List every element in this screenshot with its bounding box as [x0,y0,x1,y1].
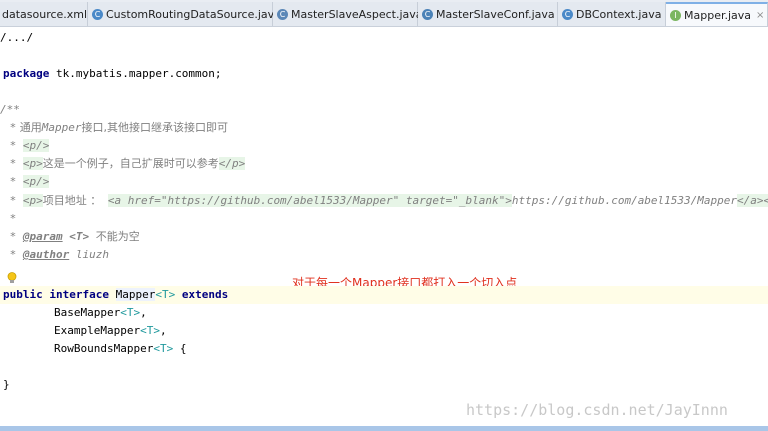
tab-label: Mapper.java [684,8,752,22]
html-tag: </p> [218,157,246,170]
comma: , [159,324,167,337]
html-tag: <p/> [22,139,50,152]
tab-label: CustomRoutingDataSource.java [106,7,281,21]
tab-masterslaveconf[interactable]: C MasterSlaveConf.java × [418,2,568,26]
tab-label: MasterSlaveAspect.java [291,7,423,21]
doc-star: * [3,157,17,170]
interface-name[interactable]: Mapper [115,288,156,301]
tab-mapper[interactable]: I Mapper.java × [666,2,768,26]
code-line-rowbounds-mapper: RowBoundsMapper<T> { [54,340,186,358]
html-tag: </p> [763,194,768,207]
type-parameter: <T> [155,288,176,301]
code-line-doc-author: * @author liuzh [3,246,109,264]
doc-text: Mapper [41,121,82,134]
java-class-icon: C [562,8,573,20]
code-line-fold[interactable]: /.../ [0,29,33,47]
code-line-package: package tk.mybatis.mapper.common; [3,65,222,83]
java-class-icon: C [422,8,433,20]
ide-window: datasource.xml × C CustomRoutingDataSour… [0,0,768,431]
html-tag: </a> [737,194,764,207]
url-text: https://github.com/abel1533/Mapper [511,194,738,207]
html-tag: <a href="https://github.com/abel1533/Map… [107,194,512,207]
type-parameter: <T> [140,324,160,337]
code-line-doc-4: * <p/> [3,173,50,191]
code-line-doc-1: * 通用Mapper接口,其他接口继承该接口即可 [3,119,228,137]
java-class-icon: C [92,8,103,20]
param-description: 不能为空 [95,230,140,243]
code-editor[interactable]: /.../ package tk.mybatis.mapper.common; … [0,27,768,426]
keyword: extends [181,288,229,301]
close-icon[interactable]: × [756,10,764,21]
code-line-doc-5: * <p>项目地址 ： <a href="https://github.com/… [3,192,768,210]
html-tag: <p> [22,157,43,170]
javadoc-author-tag[interactable]: @author [23,248,69,261]
code-line-close-brace: } [3,376,10,394]
lightbulb-icon[interactable] [7,272,17,284]
doc-text: 接口,其他接口继承该接口即可 [81,121,229,134]
keyword: public [3,288,43,301]
html-tag: <p/> [22,175,50,188]
package-name: tk.mybatis.mapper.common; [49,67,222,80]
status-strip [0,426,768,431]
watermark: https://blog.csdn.net/JayInnn [466,401,728,419]
java-interface-icon: I [670,9,681,21]
doc-star: * [3,194,17,207]
doc-star: * [3,121,17,134]
comma: , [140,306,147,319]
type-reference[interactable]: BaseMapper [54,306,120,319]
doc-star: * [3,139,17,152]
keyword: package [3,67,50,80]
tab-masterslaveaspect[interactable]: C MasterSlaveAspect.java × [273,2,436,26]
html-tag: <p> [22,194,43,207]
type-reference[interactable]: RowBoundsMapper [54,342,153,355]
doc-comment-open: /** [0,103,20,116]
code-line-base-mapper: BaseMapper<T>, [54,304,147,322]
code-line-example-mapper: ExampleMapper<T>, [54,322,167,340]
tab-label: datasource.xml [2,7,88,21]
code-line-doc-6: * [3,210,17,228]
type-parameter: <T> [153,342,174,355]
doc-star: * [3,230,17,243]
java-class-icon: C [277,8,288,20]
folded-code[interactable]: /.../ [0,31,33,44]
code-line-doc-2: * <p/> [3,137,50,155]
tab-dbcontext[interactable]: C DBContext.java × [558,2,675,26]
tab-label: MasterSlaveConf.java [436,7,555,21]
param-type: <T> [69,230,90,243]
code-line-doc-param: * @param <T> 不能为空 [3,228,140,246]
doc-star: * [3,248,17,261]
tab-customroutingdatasource[interactable]: C CustomRoutingDataSource.java × [88,2,294,26]
doc-text: 这是一个例子，自己扩展时可以参考 [42,157,219,170]
code-line-doc-3: * <p>这是一个例子，自己扩展时可以参考</p> [3,155,246,173]
code-line-interface-decl[interactable]: public interface Mapper<T> extends [0,286,768,304]
code-line-doc-open: /** [0,101,20,119]
keyword: interface [49,288,109,301]
type-reference[interactable]: ExampleMapper [54,324,140,337]
tab-datasource-xml[interactable]: datasource.xml × [0,2,100,26]
author-name: liuzh [75,248,109,261]
doc-star: * [3,212,17,225]
javadoc-param-tag[interactable]: @param [23,230,63,243]
doc-star: * [3,175,17,188]
open-brace: { [173,342,187,355]
tab-label: DBContext.java [576,7,662,21]
doc-text: 通用 [16,121,42,134]
type-parameter: <T> [120,306,141,319]
close-brace: } [3,378,10,391]
editor-tab-bar: datasource.xml × C CustomRoutingDataSour… [0,0,768,27]
doc-text: 项目地址 ： [42,194,102,207]
